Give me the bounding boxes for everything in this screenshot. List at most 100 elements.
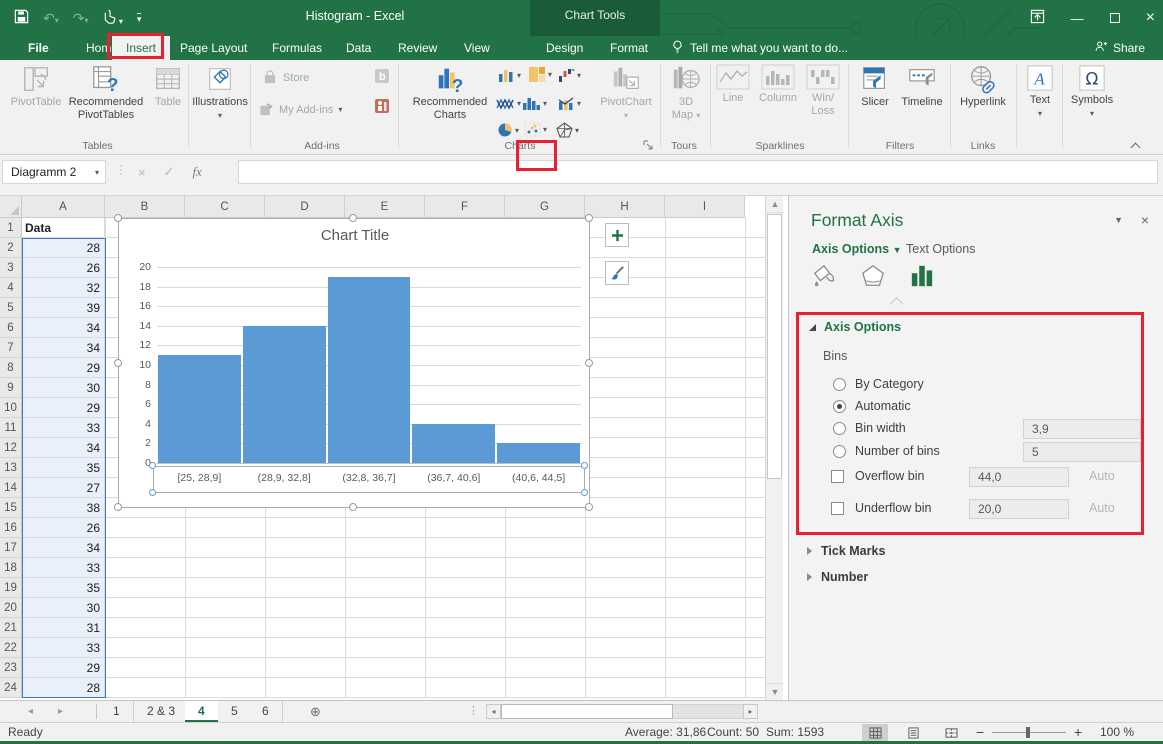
cell[interactable]: 34 <box>22 318 105 338</box>
bin-width-label[interactable]: Bin width <box>855 421 906 435</box>
row-header[interactable]: 13 <box>0 458 22 478</box>
people-graph-icon[interactable] <box>374 98 390 117</box>
customize-quick-access-icon[interactable]: ▾ <box>137 13 142 23</box>
cell[interactable]: 26 <box>22 258 105 278</box>
row-header[interactable]: 21 <box>0 618 22 638</box>
pane-tab-axis-options[interactable]: Axis Options ▼ <box>812 242 902 256</box>
row-header[interactable]: 14 <box>0 478 22 498</box>
row-header[interactable]: 19 <box>0 578 22 598</box>
tell-me-box[interactable]: Tell me what you want to do... <box>672 36 848 60</box>
axis-options-icon[interactable] <box>909 264 935 291</box>
insert-column-chart-button[interactable]: ▾ <box>498 68 521 83</box>
minimize-button[interactable]: — <box>1071 11 1084 26</box>
maximize-button[interactable] <box>1110 11 1120 26</box>
number-of-bins-input[interactable]: 5 <box>1023 442 1141 462</box>
redo-icon[interactable]: ↷▾ <box>73 10 89 27</box>
cell[interactable]: 32 <box>22 278 105 298</box>
cell[interactable]: 34 <box>22 338 105 358</box>
axis-options-section-header[interactable]: Axis Options <box>809 320 901 334</box>
tab-formulas[interactable]: Formulas <box>258 36 336 60</box>
column-header-c[interactable]: C <box>185 196 265 218</box>
automatic-label[interactable]: Automatic <box>855 399 911 413</box>
cell[interactable]: 39 <box>22 298 105 318</box>
number-section-header[interactable]: Number <box>807 570 868 584</box>
vertical-scroll-thumb[interactable] <box>767 214 782 479</box>
illustrations-button[interactable]: Illustrations ▾ <box>194 64 246 120</box>
vertical-scrollbar[interactable]: ▲ ▼ <box>765 196 783 700</box>
store-button[interactable]: Store <box>262 70 309 85</box>
page-layout-view-button[interactable] <box>900 724 926 742</box>
symbols-button[interactable]: Ω Symbols ▾ <box>1066 64 1118 118</box>
column-header-h[interactable]: H <box>585 196 665 218</box>
tab-format[interactable]: Format <box>596 36 662 60</box>
tab-review[interactable]: Review <box>384 36 451 60</box>
cell[interactable]: 28 <box>22 678 105 698</box>
row-header[interactable]: 15 <box>0 498 22 518</box>
cell[interactable]: 29 <box>22 658 105 678</box>
new-sheet-icon[interactable]: ⊕ <box>310 701 321 722</box>
table-button[interactable]: Table <box>150 64 186 109</box>
underflow-bin-label[interactable]: Underflow bin <box>855 501 931 515</box>
select-all-corner[interactable] <box>0 196 22 218</box>
row-header[interactable]: 22 <box>0 638 22 658</box>
insert-scatter-chart-button[interactable]: ▾ <box>524 122 547 137</box>
underflow-bin-input[interactable]: 20,0 <box>969 499 1069 519</box>
row-header[interactable]: 3 <box>0 258 22 278</box>
overflow-auto-button[interactable]: Auto <box>1089 469 1115 483</box>
insert-statistic-chart-button[interactable]: ▾ <box>522 96 547 111</box>
cell[interactable]: 29 <box>22 398 105 418</box>
page-break-preview-button[interactable] <box>938 724 964 742</box>
row-header[interactable]: 16 <box>0 518 22 538</box>
chart-object[interactable]: Chart Title 20181614121086420[25, 28,9](… <box>118 218 590 508</box>
cell[interactable]: 38 <box>22 498 105 518</box>
scroll-up-icon[interactable]: ▲ <box>766 196 784 213</box>
fill-line-icon[interactable] <box>811 264 837 291</box>
row-header[interactable]: 4 <box>0 278 22 298</box>
chart-styles-button[interactable] <box>605 261 629 285</box>
row-header[interactable]: 18 <box>0 558 22 578</box>
sparkline-winloss-button[interactable]: Win/ Loss <box>802 64 844 118</box>
chart-elements-button[interactable] <box>605 223 629 247</box>
zoom-in-icon[interactable]: + <box>1074 723 1082 742</box>
bing-maps-icon[interactable]: b <box>374 68 390 87</box>
cell[interactable]: 33 <box>22 418 105 438</box>
enter-formula-icon[interactable]: ✓ <box>164 164 175 180</box>
cell[interactable]: 34 <box>22 538 105 558</box>
cell[interactable]: 28 <box>22 238 105 258</box>
horizontal-scroll-thumb[interactable] <box>501 704 673 719</box>
slicer-button[interactable]: Slicer <box>854 64 896 109</box>
cell[interactable]: 29 <box>22 358 105 378</box>
zoom-level[interactable]: 100 % <box>1100 723 1134 742</box>
charts-dialog-launcher-icon[interactable] <box>643 140 653 152</box>
row-header[interactable]: 2 <box>0 238 22 258</box>
tick-marks-section-header[interactable]: Tick Marks <box>807 544 885 558</box>
zoom-out-icon[interactable]: − <box>976 723 984 742</box>
radio-by-category[interactable] <box>833 378 846 391</box>
cell[interactable]: 34 <box>22 438 105 458</box>
row-header[interactable]: 1 <box>0 218 22 238</box>
row-header[interactable]: 11 <box>0 418 22 438</box>
row-header[interactable]: 23 <box>0 658 22 678</box>
chart-title[interactable]: Chart Title <box>119 227 591 244</box>
row-header[interactable]: 20 <box>0 598 22 618</box>
radio-automatic[interactable] <box>833 400 846 413</box>
effects-icon[interactable] <box>861 264 885 291</box>
pivottable-button[interactable]: PivotTable <box>10 64 62 109</box>
tab-data[interactable]: Data <box>332 36 385 60</box>
histogram-bar[interactable] <box>328 277 411 463</box>
timeline-button[interactable]: Timeline <box>898 64 946 109</box>
pane-options-dropdown-icon[interactable]: ▼ <box>1114 215 1123 225</box>
column-header-d[interactable]: D <box>265 196 345 218</box>
scroll-right-icon[interactable]: ▸ <box>743 704 758 719</box>
column-header-g[interactable]: G <box>505 196 585 218</box>
row-header[interactable]: 6 <box>0 318 22 338</box>
tab-file[interactable]: File <box>14 36 63 60</box>
formula-input[interactable] <box>238 160 1158 184</box>
insert-waterfall-stock-chart-button[interactable]: ▾ <box>558 68 581 83</box>
row-header[interactable]: 9 <box>0 378 22 398</box>
insert-pie-chart-button[interactable]: ▾ <box>497 122 519 138</box>
cell[interactable]: 30 <box>22 378 105 398</box>
3d-map-button[interactable]: 3DMap ▾ <box>664 64 708 122</box>
tab-design[interactable]: Design <box>532 36 597 60</box>
sparkline-column-button[interactable]: Column <box>756 64 800 105</box>
